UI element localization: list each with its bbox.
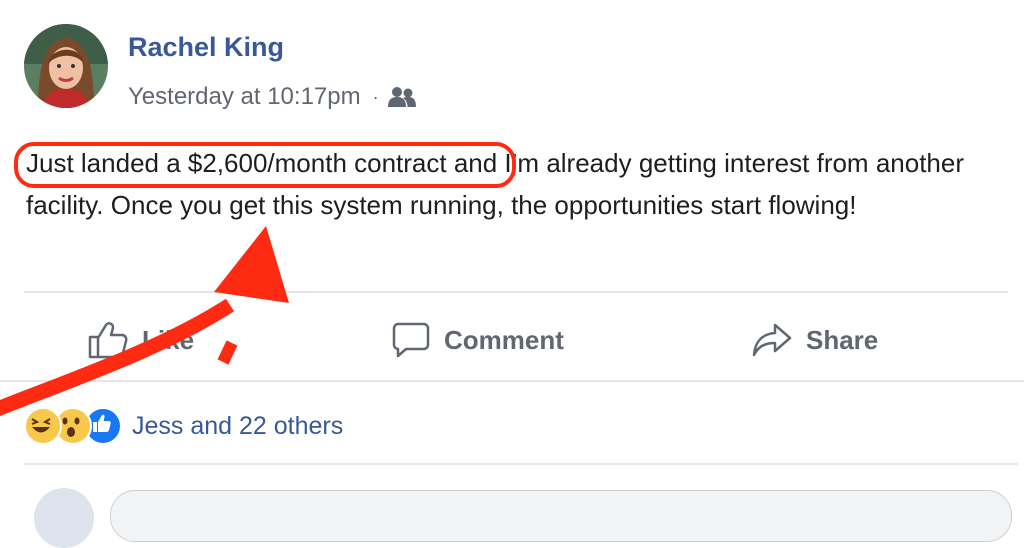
meta-separator: · xyxy=(372,86,379,107)
highlighted-text: Just landed a $2,600/month contract xyxy=(26,148,447,178)
share-label: Share xyxy=(806,324,879,355)
annotation-arrow-mark xyxy=(217,340,238,365)
divider xyxy=(0,380,1024,382)
post-text: Just landed a $2,600/month contract and … xyxy=(26,142,1006,226)
post-meta: Yesterday at 10:17pm · xyxy=(128,82,416,112)
reactions-bar[interactable]: Jess and 22 others xyxy=(24,406,343,446)
author-name[interactable]: Rachel King xyxy=(128,32,284,63)
like-label: Like xyxy=(142,324,195,355)
share-arrow-icon xyxy=(752,323,792,357)
share-button[interactable]: Share xyxy=(752,312,878,368)
divider xyxy=(24,463,1018,465)
commenter-avatar xyxy=(34,488,94,548)
comment-label: Comment xyxy=(444,324,564,355)
like-button[interactable]: Like xyxy=(88,312,194,368)
author-avatar[interactable] xyxy=(24,24,108,108)
post-timestamp[interactable]: Yesterday at 10:17pm xyxy=(128,83,361,111)
comment-bubble-icon xyxy=(392,322,430,358)
haha-emoji-icon xyxy=(24,407,62,445)
reactions-summary[interactable]: Jess and 22 others xyxy=(132,412,343,441)
comment-button[interactable]: Comment xyxy=(392,312,564,368)
friends-icon[interactable] xyxy=(387,85,416,109)
divider xyxy=(24,291,1008,293)
avatar-photo xyxy=(24,24,108,108)
thumbs-up-icon xyxy=(88,322,128,359)
